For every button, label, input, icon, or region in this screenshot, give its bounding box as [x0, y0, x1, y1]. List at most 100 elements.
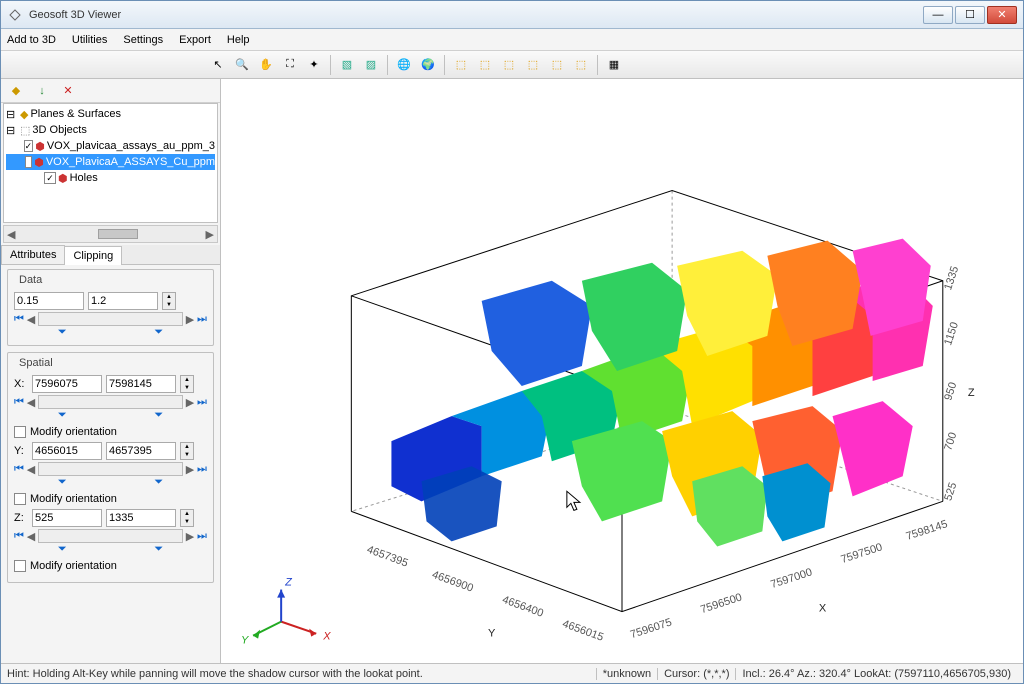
- tree-node-planes[interactable]: ⊟ ◆ Planes & Surfaces: [6, 106, 215, 122]
- slider-end-icon[interactable]: ⏭: [197, 463, 207, 476]
- side-down-icon[interactable]: ↓: [31, 80, 53, 102]
- close-button[interactable]: ✕: [987, 6, 1017, 24]
- y-spin[interactable]: ▲▼: [180, 442, 194, 460]
- tool-world-icon[interactable]: 🌍: [417, 54, 439, 76]
- tool-zoom-icon[interactable]: 🔍: [231, 54, 253, 76]
- slider-left-icon[interactable]: ◀: [26, 530, 36, 543]
- y-max-input[interactable]: [106, 442, 176, 460]
- data-min-input[interactable]: [14, 292, 84, 310]
- toolbar-sep: [330, 55, 331, 75]
- 3d-viewport[interactable]: 7596075 7596500 7597000 7597500 7598145 …: [221, 79, 1023, 663]
- z-min-input[interactable]: [32, 509, 102, 527]
- z-label: Z:: [14, 512, 28, 524]
- slider-left-icon[interactable]: ◀: [26, 396, 36, 409]
- z-tick: 1150: [942, 321, 961, 347]
- slider-left-icon[interactable]: ◀: [26, 313, 36, 326]
- tool-cursor-icon[interactable]: ↖: [207, 54, 229, 76]
- slider-right-icon[interactable]: ▶: [185, 463, 195, 476]
- tool-layer1-icon[interactable]: ▧: [336, 54, 358, 76]
- x-modify-checkbox[interactable]: [14, 426, 26, 438]
- svg-text:Z: Z: [284, 577, 293, 589]
- x-modify-label: Modify orientation: [30, 426, 117, 438]
- tool-cube5-icon[interactable]: ⬚: [546, 54, 568, 76]
- maximize-button[interactable]: ☐: [955, 6, 985, 24]
- slider-right-icon[interactable]: ▶: [185, 396, 195, 409]
- group-title-data: Data: [16, 274, 45, 286]
- minimize-button[interactable]: —: [923, 6, 953, 24]
- z-tick: 1335: [942, 265, 961, 292]
- x-spin[interactable]: ▲▼: [180, 375, 194, 393]
- checkbox-icon[interactable]: [25, 156, 32, 168]
- slider-right-icon[interactable]: ▶: [185, 530, 195, 543]
- orientation-gizmo: X Y Z: [241, 577, 331, 647]
- slider-right-icon[interactable]: ▶: [185, 313, 195, 326]
- x-max-input[interactable]: [106, 375, 176, 393]
- checkbox-icon[interactable]: ✓: [24, 140, 34, 152]
- x-tick: 7596075: [629, 616, 673, 641]
- z-slider[interactable]: [38, 529, 183, 543]
- slider-end-icon[interactable]: ⏭: [197, 530, 207, 543]
- slider-left-icon[interactable]: ◀: [26, 463, 36, 476]
- side-add-icon[interactable]: ◆: [5, 80, 27, 102]
- menu-add-to-3d[interactable]: Add to 3D: [7, 34, 56, 46]
- slider-end-icon[interactable]: ⏭: [197, 313, 207, 326]
- z-tick: 525: [942, 481, 959, 502]
- tool-cube6-icon[interactable]: ⬚: [570, 54, 592, 76]
- slider-end-icon[interactable]: ⏭: [197, 396, 207, 409]
- tool-extra-icon[interactable]: ▦: [603, 54, 625, 76]
- tab-clipping[interactable]: Clipping: [64, 246, 122, 265]
- y-modify-checkbox[interactable]: [14, 493, 26, 505]
- object-tree[interactable]: ⊟ ◆ Planes & Surfaces ⊟ ⬚ 3D Objects ✓ ⬢…: [3, 103, 218, 223]
- slider-start-icon[interactable]: ⏮: [14, 530, 24, 543]
- tool-cube1-icon[interactable]: ⬚: [450, 54, 472, 76]
- slider-start-icon[interactable]: ⏮: [14, 463, 24, 476]
- y-modify-label: Modify orientation: [30, 493, 117, 505]
- data-slider[interactable]: [38, 312, 183, 326]
- tool-pan-icon[interactable]: ✋: [255, 54, 277, 76]
- titlebar[interactable]: Geosoft 3D Viewer — ☐ ✕: [1, 1, 1023, 29]
- tool-cube4-icon[interactable]: ⬚: [522, 54, 544, 76]
- slider-start-icon[interactable]: ⏮: [14, 313, 24, 326]
- y-label: Y:: [14, 445, 28, 457]
- tab-attributes[interactable]: Attributes: [1, 245, 65, 264]
- tool-fit-icon[interactable]: ⛶: [279, 54, 301, 76]
- clipping-panel: Data ▲▼ ⏮ ◀ ▶ ⏭ ⏷⏷: [1, 265, 220, 663]
- checkbox-icon[interactable]: ✓: [44, 172, 56, 184]
- menu-settings[interactable]: Settings: [123, 34, 163, 46]
- tree-item[interactable]: ✓ ⬢ VOX_plavicaa_assays_au_ppm_3: [6, 138, 215, 154]
- app-icon: [7, 7, 23, 23]
- slider-start-icon[interactable]: ⏮: [14, 396, 24, 409]
- data-spin[interactable]: ▲▼: [162, 292, 176, 310]
- x-slider[interactable]: [38, 395, 183, 409]
- data-max-input[interactable]: [88, 292, 158, 310]
- y-tick: 4656900: [430, 569, 474, 595]
- tool-globe-icon[interactable]: 🌐: [393, 54, 415, 76]
- tool-layer2-icon[interactable]: ▨: [360, 54, 382, 76]
- tree-label: 3D Objects: [32, 124, 86, 136]
- y-min-input[interactable]: [32, 442, 102, 460]
- side-delete-icon[interactable]: ✕: [57, 80, 79, 102]
- z-max-input[interactable]: [106, 509, 176, 527]
- tree-scrollbar[interactable]: ◀▶: [3, 225, 218, 243]
- z-modify-label: Modify orientation: [30, 560, 117, 572]
- menu-utilities[interactable]: Utilities: [72, 34, 107, 46]
- menu-help[interactable]: Help: [227, 34, 250, 46]
- z-tick: 950: [942, 381, 959, 402]
- tree-node-objects[interactable]: ⊟ ⬚ 3D Objects: [6, 122, 215, 138]
- tree-item[interactable]: ✓ ⬢ Holes: [6, 170, 215, 186]
- x-axis-label: X: [819, 603, 827, 615]
- z-modify-checkbox[interactable]: [14, 560, 26, 572]
- tool-cube3-icon[interactable]: ⬚: [498, 54, 520, 76]
- tree-item-selected[interactable]: ⬢ VOX_PlavicaA_ASSAYS_Cu_ppm: [6, 154, 215, 170]
- menu-export[interactable]: Export: [179, 34, 211, 46]
- x-tick: 7597500: [839, 541, 883, 566]
- tool-cube2-icon[interactable]: ⬚: [474, 54, 496, 76]
- cursor-icon: [567, 491, 580, 510]
- x-min-input[interactable]: [32, 375, 102, 393]
- y-slider[interactable]: [38, 462, 183, 476]
- main-toolbar: ↖ 🔍 ✋ ⛶ ✦ ▧ ▨ 🌐 🌍 ⬚ ⬚ ⬚ ⬚ ⬚ ⬚ ▦: [1, 51, 1023, 79]
- svg-text:X: X: [322, 631, 331, 643]
- z-tick: 700: [942, 431, 959, 452]
- tool-center-icon[interactable]: ✦: [303, 54, 325, 76]
- z-spin[interactable]: ▲▼: [180, 509, 194, 527]
